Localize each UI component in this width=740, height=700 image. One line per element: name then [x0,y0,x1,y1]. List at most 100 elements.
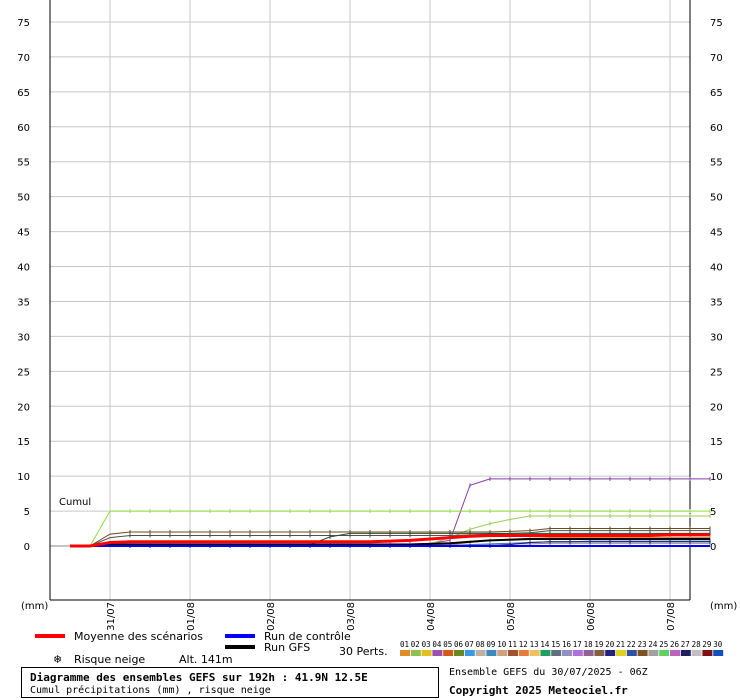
x-tick-label: 04/08 [426,602,437,631]
pert-number: 14 [540,640,550,649]
x-tick-label: 31/07 [106,602,117,631]
y-tick-label-right: 50 [710,193,723,204]
pert-number: 24 [648,640,658,649]
pert-number: 29 [702,640,711,649]
copyright: Copyright 2025 Meteociel.fr [449,684,628,697]
chart-info-box: Diagramme des ensembles GEFS sur 192h : … [21,667,439,698]
y-tick-label-left: 5 [24,507,30,518]
y-tick-label-right: 10 [710,472,723,483]
run-info: Ensemble GEFS du 30/07/2025 - 06Z [449,667,648,678]
pert-swatch [475,650,486,656]
cumul-annotation: Cumul [59,497,91,508]
y-tick-label-right: 0 [710,542,716,553]
legend-mean-label: Moyenne des scénarios [74,630,203,643]
pert-swatch [713,650,724,656]
pert-swatch [648,650,659,656]
pert-swatch [529,650,540,656]
pert-number: 17 [573,640,582,649]
y-tick-label-left: 15 [17,437,30,448]
x-tick-label: 05/08 [506,602,517,631]
y-tick-label-right: 30 [710,332,723,343]
pert-swatch [626,650,637,656]
pert-swatch [518,650,529,656]
y-tick-label-left: 30 [17,332,30,343]
pert-swatch [659,650,670,656]
y-tick-label-left: 70 [17,53,30,64]
y-tick-label-right: 60 [710,123,723,134]
pert-number: 10 [497,640,507,649]
pert-number: 11 [508,640,517,649]
chart-subtitle: Cumul précipitations (mm) , risque neige [30,685,271,696]
pert-number: 16 [562,640,572,649]
chart-legend: Moyenne des scénarios Run de contrôleRun … [35,630,724,666]
pert-number: 25 [659,640,668,649]
pert-number: 30 [713,640,723,649]
y-tick-label-left: 60 [17,123,30,134]
pert-number: 21 [616,640,625,649]
pert-number: 18 [584,640,594,649]
pert-swatch [400,650,410,656]
y-tick-label-left: 75 [17,18,30,29]
pert-number: 05 [443,640,452,649]
x-tick-label: 03/08 [346,602,357,631]
pert-swatch [691,650,702,656]
pert-swatch [497,650,508,656]
pert-swatch [616,650,626,656]
y-tick-label-left: 45 [17,228,30,239]
y-tick-label-right: 40 [710,263,723,274]
y-tick-label-left: 10 [17,472,30,483]
pert-number: 04 [432,640,442,649]
pert-number: 13 [530,640,539,649]
y-tick-label-right: 45 [710,228,723,239]
y-unit-left: (mm) [21,601,48,612]
pert-swatch [486,650,497,656]
pert-number: 20 [605,640,615,649]
y-tick-label-left: 40 [17,263,30,274]
y-tick-label-right: 15 [710,437,723,448]
y-tick-label-left: 65 [17,88,30,99]
pert-swatch [454,650,464,656]
x-tick-label: 02/08 [266,602,277,631]
y-tick-label-right: 65 [710,88,723,99]
pert-swatch [432,650,443,656]
ensemble-chart: 0 05 510 1015 1520 2025 2530 3035 3540 4045 4550 50… [17,0,737,666]
chart-series [70,476,711,548]
pert-number: 27 [681,640,690,649]
chart-title: Diagramme des ensembles GEFS sur 192h : … [30,671,368,684]
pert-number: 15 [551,640,560,649]
y-tick-label-right: 25 [710,367,723,378]
y-tick-label-right: 55 [710,158,723,169]
pert-swatch [540,650,551,656]
pert-swatch [594,650,605,656]
pert-swatch [702,650,713,656]
altitude-label: Alt. 141m [179,653,233,666]
pert-swatch [410,650,421,656]
pert-number: 26 [670,640,680,649]
y-tick-label-left: 50 [17,193,30,204]
pert-swatch [508,650,518,656]
pert-swatch [562,650,572,656]
x-tick-label: 06/08 [586,602,597,631]
pert-swatch [670,650,680,656]
pert-swatch [443,650,454,656]
pert-number: 06 [454,640,464,649]
y-tick-label-left: 55 [17,158,30,169]
pert-swatch [464,650,475,656]
pert-swatch [421,650,432,656]
pert-number: 03 [422,640,431,649]
y-tick-label-left: 0 [24,542,30,553]
legend-snow-label: Risque neige [74,653,145,666]
x-tick-label: 07/08 [666,602,677,631]
pert-number: 28 [692,640,702,649]
pert-number: 23 [638,640,647,649]
pert-swatch [572,650,583,656]
y-tick-label-left: 25 [17,367,30,378]
y-unit-right: (mm) [710,601,737,612]
pert-swatch [680,650,691,656]
perts-label: 30 Perts. [339,645,388,658]
pert-number: 02 [411,640,420,649]
y-tick-label-right: 5 [710,507,716,518]
y-tick-label-right: 70 [710,53,723,64]
pert-number: 09 [486,640,495,649]
x-tick-label: 01/08 [186,602,197,631]
